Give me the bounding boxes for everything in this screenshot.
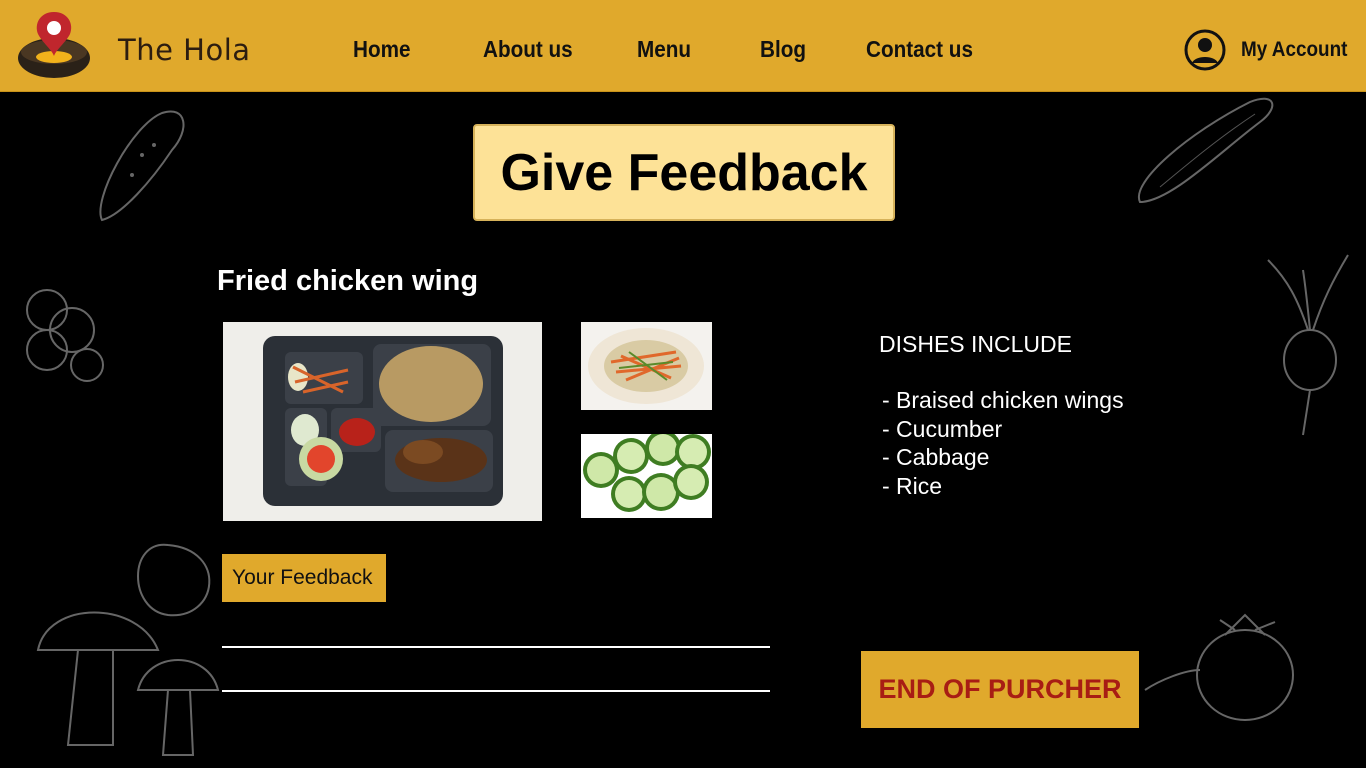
dish-item: - Rice [882,473,943,499]
meal-tray-image [223,322,542,521]
page-title-box: Give Feedback [473,124,895,221]
cucumber-doodle-icon [99,110,185,222]
nav-contact-us[interactable]: Contact us [866,36,973,63]
dishes-include-heading: DISHES INCLUDE [879,331,1072,357]
brand-name[interactable]: The Hola [118,33,251,67]
user-circle-icon[interactable] [1184,29,1226,71]
cauliflower-doodle-icon [26,289,104,382]
nav-about-us[interactable]: About us [483,36,573,63]
dish-name: Fried chicken wing [217,265,479,297]
radish-doodle-icon [1267,254,1349,436]
nav-home[interactable]: Home [353,36,411,63]
feedback-input-line[interactable] [222,646,770,648]
end-of-purchase-button[interactable]: END OF PURCHER [861,651,1139,728]
map-pin-bowl-logo[interactable] [16,10,96,82]
my-account-link[interactable]: My Account [1241,38,1347,62]
your-feedback-label: Your Feedback [222,554,386,602]
tomato-doodle-icon [1144,613,1294,721]
cucumber-slices-image [581,434,712,518]
dish-item: - Cucumber [882,416,1003,442]
nav-blog[interactable]: Blog [760,36,806,63]
page-title: Give Feedback [500,143,868,202]
cabbage-salad-image [581,322,712,410]
zucchini-doodle-icon [1137,97,1274,204]
dish-item: - Cabbage [882,444,990,470]
feedback-input-line[interactable] [222,690,770,692]
top-navigation-bar: The Hola Home About us Menu Blog Contact… [0,0,1366,92]
nav-menu[interactable]: Menu [637,36,691,63]
dish-item: - Braised chicken wings [882,387,1124,413]
